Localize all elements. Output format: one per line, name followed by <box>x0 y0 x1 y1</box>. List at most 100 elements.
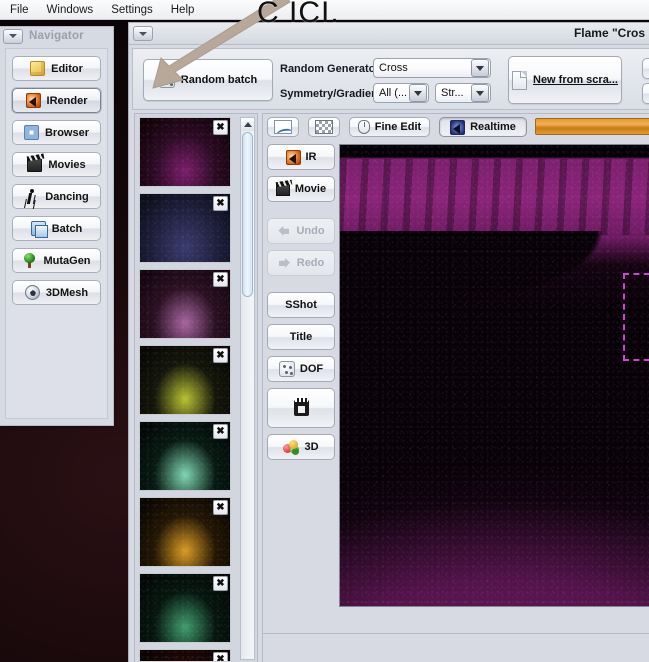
nav-item-mutagen[interactable]: MutaGen <box>12 248 101 273</box>
app-root: Flame "Cros Random batch Random Generato… <box>0 0 649 662</box>
thumbnail-scrollbar[interactable] <box>240 117 255 660</box>
toolbar-side-button-bottom[interactable] <box>642 83 649 104</box>
page-icon <box>512 70 527 90</box>
nav-item-movies[interactable]: Movies <box>12 152 101 177</box>
scroll-up-arrow-icon[interactable] <box>241 118 254 131</box>
realtime-button[interactable]: Realtime <box>439 117 527 137</box>
nav-item-editor[interactable]: Editor <box>12 56 101 81</box>
menu-item-file[interactable]: File <box>8 3 31 17</box>
nav-item-irender[interactable]: IRender <box>12 88 101 113</box>
menu-item-help[interactable]: Help <box>169 3 197 17</box>
close-icon[interactable]: ✖ <box>213 652 228 661</box>
scrollbar-thumb[interactable] <box>242 132 253 297</box>
side-button-label: Undo <box>296 225 325 237</box>
close-icon[interactable]: ✖ <box>213 272 228 287</box>
random-batch-label: Random batch <box>180 74 258 86</box>
side-button-label: Redo <box>296 257 325 269</box>
thumbnail-item[interactable]: ✖ <box>139 345 231 415</box>
nav-item-label: Editor <box>51 62 83 75</box>
new-from-scratch-button[interactable]: New from scra... <box>508 56 622 104</box>
main-window: Flame "Cros Random batch Random Generato… <box>128 22 649 662</box>
side-button-sshot[interactable]: SShot <box>267 292 335 318</box>
clapper-icon <box>275 182 290 196</box>
thumbnail-item[interactable]: ✖ <box>139 497 231 567</box>
menu-item-windows[interactable]: Windows <box>45 3 96 17</box>
chevron-down-icon[interactable] <box>471 59 489 77</box>
close-icon[interactable]: ✖ <box>213 120 228 135</box>
irender-icon <box>285 149 301 165</box>
close-icon[interactable]: ✖ <box>213 576 228 591</box>
thumbnail-item[interactable]: ✖ <box>139 573 231 643</box>
render-area: Fine Edit Realtime IR Movie Undo Redo SShot T… <box>262 113 649 662</box>
mutagen-icon <box>22 253 37 268</box>
undo-arrow-icon <box>277 224 291 238</box>
side-button-dof[interactable]: DOF <box>267 356 335 382</box>
side-button-ir[interactable]: IR <box>267 144 335 170</box>
gradient-select[interactable]: Str... <box>435 83 491 103</box>
nav-item-label: Dancing <box>45 190 89 203</box>
fine-edit-button[interactable]: Fine Edit <box>349 117 430 137</box>
transparency-button[interactable] <box>308 117 340 137</box>
checkerboard-icon <box>315 120 333 134</box>
preview-selection-rect[interactable] <box>623 273 649 361</box>
close-icon[interactable]: ✖ <box>213 196 228 211</box>
editor-icon <box>30 61 46 76</box>
symmetry-select[interactable]: All (... <box>373 83 429 103</box>
nav-item-3dmesh[interactable]: 3DMesh <box>12 280 101 305</box>
thumbnail-item[interactable]: ✖ <box>139 117 231 187</box>
annotation-text: C ICI. <box>257 0 340 29</box>
thumbnail-item[interactable]: ✖ <box>139 193 231 263</box>
random-batch-button[interactable]: Random batch <box>143 59 273 101</box>
movies-icon <box>27 157 43 172</box>
close-icon[interactable]: ✖ <box>213 424 228 439</box>
realtime-label: Realtime <box>470 121 516 133</box>
side-button-label: 3D <box>304 441 319 453</box>
gradient-value: Str... <box>441 87 464 99</box>
side-button-camera[interactable] <box>267 388 335 428</box>
irender-icon <box>25 93 41 108</box>
new-from-scratch-label: New from scra... <box>533 74 618 86</box>
thumbnail-item[interactable]: ✖ <box>139 649 231 661</box>
navigator-collapse-button[interactable] <box>3 28 23 44</box>
random-generator-select[interactable]: Cross <box>373 58 491 78</box>
nav-item-batch[interactable]: Batch <box>12 216 101 241</box>
toolbar-side-button-top[interactable] <box>642 58 649 79</box>
side-button-label: Title <box>289 331 313 343</box>
render-footer: Add Ra <box>263 633 649 662</box>
render-preview[interactable] <box>339 144 649 607</box>
side-button-title[interactable]: Title <box>267 324 335 350</box>
thumbnail-list[interactable]: ✖ ✖ ✖ ✖ ✖ ✖ ✖ ✖ <box>139 117 237 661</box>
camera-icon <box>293 398 309 416</box>
random-generator-label: Random Generator <box>280 63 380 75</box>
chevron-down-icon[interactable] <box>471 84 489 102</box>
menu-item-settings[interactable]: Settings <box>109 3 155 17</box>
random-generator-value: Cross <box>379 62 408 74</box>
navigator-title: Navigator <box>29 30 84 42</box>
navigator-items: Editor IRender Browser Movies Dancing Batch Mu… <box>5 48 108 419</box>
close-icon[interactable]: ✖ <box>213 500 228 515</box>
symmetry-gradient-label: Symmetry/Gradient <box>280 88 382 100</box>
nav-item-dancing[interactable]: Dancing <box>12 184 101 209</box>
nav-item-label: IRender <box>46 94 88 107</box>
batch-icon <box>30 221 48 238</box>
dice-icon <box>158 72 175 88</box>
window-title: Flame "Cros <box>573 26 645 40</box>
nav-item-browser[interactable]: Browser <box>12 120 101 145</box>
thumbnail-panel: ✖ ✖ ✖ ✖ ✖ ✖ ✖ ✖ <box>134 113 258 662</box>
side-button-3d[interactable]: 3D <box>267 434 335 460</box>
thumbnail-item[interactable]: ✖ <box>139 421 231 491</box>
curve-editor-button[interactable] <box>267 117 299 137</box>
realtime-icon <box>450 119 466 135</box>
thumbnail-item[interactable]: ✖ <box>139 269 231 339</box>
button-group-gap <box>267 208 337 218</box>
window-collapse-button[interactable] <box>133 26 153 41</box>
side-button-movie[interactable]: Movie <box>267 176 335 202</box>
fine-edit-label: Fine Edit <box>374 121 422 133</box>
close-icon[interactable]: ✖ <box>213 348 228 363</box>
chevron-down-icon[interactable] <box>409 84 427 102</box>
mouse-icon <box>357 120 370 134</box>
nav-item-label: Movies <box>48 158 86 171</box>
symmetry-value: All (... <box>379 87 408 99</box>
browser-icon <box>23 125 39 140</box>
navigator-panel: Navigator Editor IRender Browser Movies Danc… <box>0 26 114 426</box>
